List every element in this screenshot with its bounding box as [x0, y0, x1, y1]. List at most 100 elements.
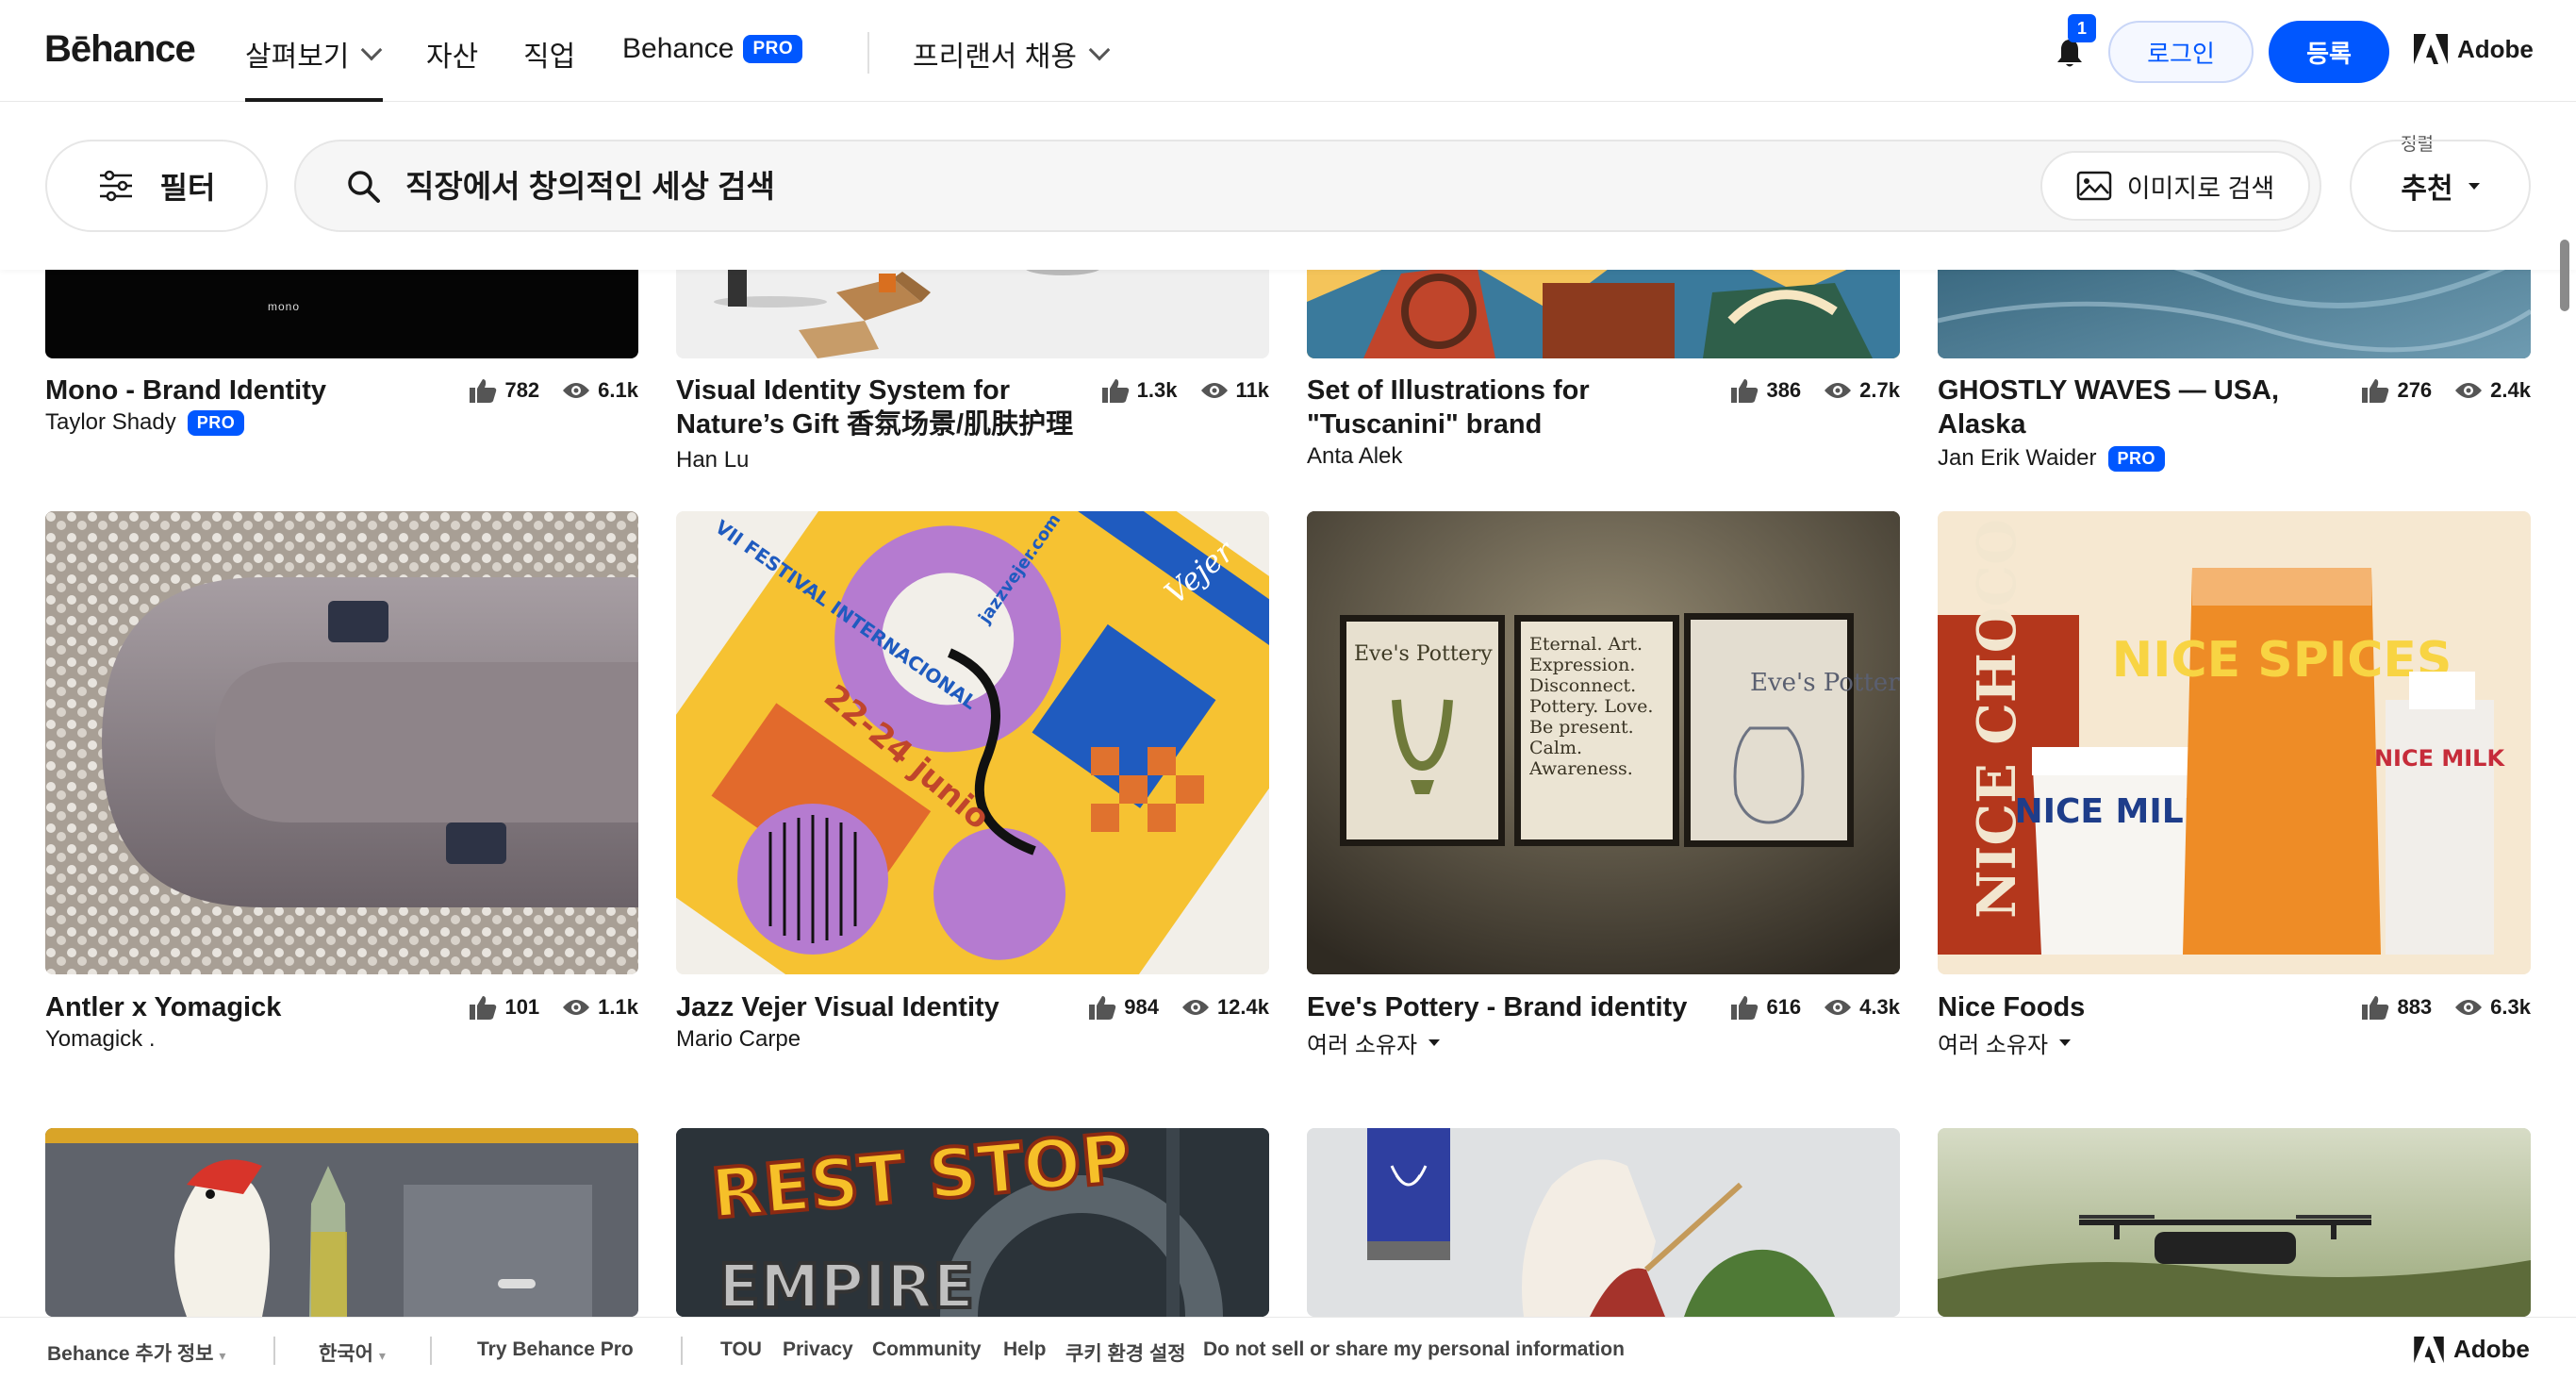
footer-privacy[interactable]: Privacy [783, 1338, 853, 1361]
footer-tou[interactable]: TOU [720, 1338, 762, 1361]
pro-badge: PRO [743, 35, 803, 63]
project-title[interactable]: Jazz Vejer Visual Identity [676, 990, 1072, 1024]
footer-adobe-link[interactable]: Adobe [2414, 1335, 2530, 1364]
like-count: 276 [2397, 378, 2433, 402]
behance-logo[interactable]: Bēhance [44, 28, 196, 71]
caret-down-icon [2468, 182, 2480, 190]
project-thumbnail[interactable]: 22-24 junio jazzvejer.com VII FESTIVAL I… [676, 511, 1269, 974]
footer-cookie-settings[interactable]: 쿠키 환경 설정 [1065, 1338, 1186, 1367]
nav-jobs-label: 직업 [523, 42, 576, 73]
thumbs-up-icon [1731, 996, 1759, 1020]
footer-divider [273, 1337, 275, 1365]
eye-icon [1825, 1000, 1852, 1015]
project-owner[interactable]: Mario Carpe [676, 1026, 801, 1053]
owner-name: Han Lu [676, 447, 750, 473]
footer-try-pro[interactable]: Try Behance Pro [477, 1338, 634, 1361]
project-thumbnail[interactable]: Eve's Pottery Eternal. Art. Expression. … [1307, 511, 1900, 974]
project-thumbnail[interactable] [1938, 1128, 2531, 1317]
like-count: 616 [1766, 995, 1802, 1019]
project-title[interactable]: Antler x Yomagick [45, 990, 441, 1024]
chevron-down-icon [1088, 39, 1111, 61]
thumbnail-text: NICE MILK [2374, 745, 2505, 772]
multiple-owners-dropdown[interactable]: 여러 소유자 [1307, 1026, 1441, 1059]
thumbs-up-icon [1731, 379, 1759, 403]
like-count: 984 [1124, 995, 1159, 1019]
footer-language[interactable]: 한국어 ▾ [319, 1338, 386, 1367]
signup-button[interactable]: 등록 [2269, 21, 2389, 83]
project-title[interactable]: Eve's Pottery - Brand identity [1307, 990, 1703, 1024]
eye-icon [563, 1000, 590, 1015]
project-owner[interactable]: Anta Alek [1307, 443, 1402, 470]
pro-badge: PRO [187, 409, 245, 436]
nav-assets[interactable]: 자산 [426, 33, 478, 75]
footer-more-label: Behance 추가 정보 [47, 1343, 214, 1365]
eye-icon [1200, 383, 1228, 398]
like-count: 883 [2397, 995, 2433, 1019]
page-scrollbar[interactable] [2560, 240, 2569, 311]
like-count: 1.3k [1136, 378, 1178, 402]
chevron-down-icon: ▾ [219, 1348, 226, 1363]
project-thumbnail[interactable] [1307, 1128, 1900, 1317]
owner-name: Yomagick . [45, 1026, 156, 1052]
project-thumbnail[interactable]: REST STOP EMPIRE [676, 1128, 1269, 1317]
image-search-button[interactable]: 이미지로 검색 [2040, 151, 2310, 221]
image-icon [2076, 171, 2111, 201]
adobe-link[interactable]: Adobe [2414, 34, 2534, 64]
thumbnail-art [45, 511, 638, 974]
chevron-down-icon [361, 39, 383, 61]
project-title[interactable]: GHOSTLY WAVES — USA, Alaska [1938, 374, 2315, 441]
nav-explore[interactable]: 살펴보기 [245, 33, 383, 75]
nav-behance-label: Behance [622, 33, 735, 64]
project-title[interactable]: Mono - Brand Identity [45, 374, 441, 407]
footer-lang-label: 한국어 [319, 1343, 373, 1365]
owner-name: 여러 소유자 [1938, 1033, 2049, 1058]
chevron-down-icon: ▾ [378, 1348, 386, 1363]
project-owner[interactable]: Yomagick . [45, 1026, 156, 1053]
search-input[interactable] [405, 162, 2008, 211]
nav-explore-label: 살펴보기 [245, 42, 350, 73]
thumbnail-art [1938, 1128, 2531, 1317]
project-owner[interactable]: Han Lu [676, 447, 749, 474]
nav-active-indicator [245, 98, 383, 102]
project-stats: 386 2.7k [1717, 377, 1900, 404]
search-icon [348, 171, 380, 203]
project-owner[interactable]: Jan Erik Waider PRO [1938, 445, 2166, 472]
owner-name: Mario Carpe [676, 1026, 801, 1052]
view-count: 2.4k [2490, 378, 2531, 402]
nav-behance-pro[interactable]: Behance PRO [622, 33, 803, 65]
filter-button[interactable]: 필터 [45, 140, 268, 232]
login-button[interactable]: 로그인 [2108, 21, 2254, 83]
footer-community[interactable]: Community [872, 1338, 982, 1361]
thumbnail-text: Eve's Pottery [1354, 642, 1493, 666]
sort-dropdown[interactable]: 추천 [2350, 140, 2531, 232]
project-title[interactable]: Visual Identity System for Nature’s Gift… [676, 374, 1082, 441]
footer-do-not-sell[interactable]: Do not sell or share my personal informa… [1203, 1338, 1625, 1361]
footer: Behance 추가 정보 ▾ 한국어 ▾ Try Behance Pro TO… [0, 1317, 2576, 1379]
thumbnail-text: Eve's Pottery [1750, 669, 1900, 697]
footer-more-info[interactable]: Behance 추가 정보 ▾ [47, 1338, 225, 1367]
project-thumbnail[interactable]: NICE CHOCO NICE MILK NICE SPICES NICE MI… [1938, 511, 2531, 974]
nav-hire-freelancers[interactable]: 프리랜서 채용 [913, 33, 1111, 75]
nav-jobs[interactable]: 직업 [523, 33, 575, 75]
thumbnail-art [1307, 1128, 1900, 1317]
bell-icon[interactable] [2056, 38, 2084, 70]
image-search-label: 이미지로 검색 [2126, 174, 2275, 203]
project-title[interactable]: Nice Foods [1938, 990, 2334, 1024]
project-owner[interactable]: Taylor Shady PRO [45, 409, 245, 436]
thumbs-up-icon [2362, 996, 2389, 1020]
thumbnail-text: NICE SPICES [2112, 632, 2452, 689]
project-stats: 276 2.4k [2348, 377, 2531, 404]
project-thumbnail[interactable] [45, 511, 638, 974]
project-stats: 883 6.3k [2348, 994, 2531, 1021]
footer-help[interactable]: Help [1003, 1338, 1047, 1361]
multiple-owners-dropdown[interactable]: 여러 소유자 [1938, 1026, 2072, 1059]
search-bar: 이미지로 검색 [294, 140, 2321, 232]
eye-icon [563, 383, 590, 398]
thumbnail-text: EMPIRE [718, 1253, 974, 1317]
like-count: 101 [504, 995, 540, 1019]
project-thumbnail[interactable] [45, 1128, 638, 1317]
project-stats: 782 6.1k [455, 377, 638, 404]
project-title[interactable]: Set of Illustrations for "Tuscanini" bra… [1307, 374, 1684, 441]
like-count: 386 [1766, 378, 1802, 402]
sort-value: 추천 [2401, 174, 2453, 205]
